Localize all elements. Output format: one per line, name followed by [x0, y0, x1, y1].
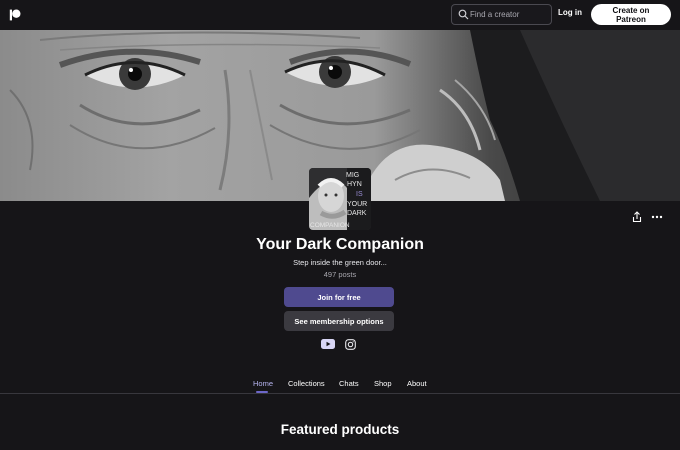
tab-home[interactable]: Home [253, 379, 273, 388]
create-on-patreon-button[interactable]: Create on Patreon [591, 4, 671, 25]
featured-products-heading: Featured products [280, 422, 400, 437]
search-box[interactable] [451, 4, 552, 25]
see-membership-options-button[interactable]: See membership options [284, 311, 394, 331]
tab-about[interactable]: About [407, 379, 427, 388]
youtube-icon[interactable] [321, 339, 335, 349]
avatar-text-line: YOUR [347, 201, 367, 208]
creator-tagline: Step inside the green door... [293, 258, 387, 267]
post-count: 497 posts [323, 270, 357, 279]
avatar-text-line: HYN [347, 181, 362, 188]
patreon-logo-icon[interactable] [9, 9, 21, 21]
search-icon [458, 9, 469, 20]
more-options-icon[interactable] [651, 211, 663, 223]
creator-tabs: Home Collections Chats Shop About [0, 377, 680, 393]
tab-collections[interactable]: Collections [288, 379, 325, 388]
creator-avatar: MIG HYN IS YOUR DARK COMPANION [309, 168, 371, 230]
tab-shop[interactable]: Shop [374, 379, 392, 388]
avatar-text-line: DARK [347, 210, 367, 217]
divider [0, 393, 680, 394]
avatar-text-line: COMPANION [310, 222, 350, 229]
login-link[interactable]: Log in [558, 8, 582, 17]
top-bar: Log in Create on Patreon [0, 0, 680, 30]
creator-name: Your Dark Companion [256, 236, 424, 253]
instagram-icon[interactable] [345, 339, 356, 350]
avatar-text-line: IS [356, 191, 363, 198]
join-for-free-button[interactable]: Join for free [284, 287, 394, 307]
tab-chats[interactable]: Chats [339, 379, 359, 388]
avatar-text-line: MIG [346, 172, 359, 179]
share-icon[interactable] [631, 211, 643, 223]
search-input[interactable] [470, 7, 548, 22]
